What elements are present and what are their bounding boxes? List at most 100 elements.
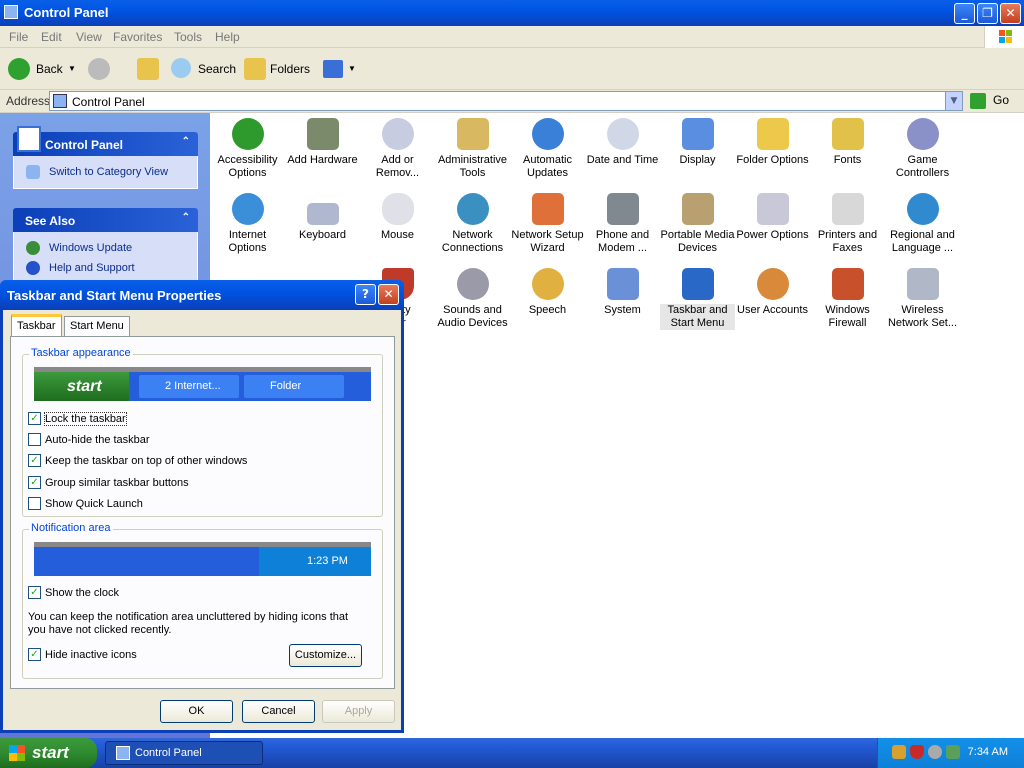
tray-icon[interactable] [892, 745, 906, 759]
item-portable-media[interactable]: Portable Media Devices [660, 193, 735, 255]
windows-update-icon [26, 241, 40, 255]
menu-favorites[interactable]: Favorites [113, 30, 162, 44]
item-accessibility[interactable]: Accessibility Options [210, 118, 285, 180]
network-tray-icon[interactable] [946, 745, 960, 759]
go-arrow-icon[interactable] [970, 93, 986, 109]
box-header[interactable]: Control Panel ⌃ [13, 126, 198, 156]
folders-button[interactable]: Folders [244, 56, 314, 82]
item-windows-firewall[interactable]: Windows Firewall [810, 268, 885, 330]
quick-launch-checkbox[interactable]: Show Quick Launch [28, 497, 143, 511]
item-automatic-updates[interactable]: Automatic Updates [510, 118, 585, 180]
group-buttons-checkbox[interactable]: ✓ Group similar taskbar buttons [28, 476, 189, 490]
control-panel-icon [116, 746, 130, 760]
go-button[interactable]: Go [993, 93, 1009, 107]
ok-button[interactable]: OK [160, 700, 233, 723]
auto-hide-checkbox[interactable]: Auto-hide the taskbar [28, 433, 150, 447]
item-wireless-network[interactable]: Wireless Network Set... [885, 268, 960, 330]
menu-tools[interactable]: Tools [174, 30, 202, 44]
taskbar-item-control-panel[interactable]: Control Panel [105, 741, 263, 765]
item-fonts[interactable]: Fonts [810, 118, 885, 167]
item-speech[interactable]: Speech [510, 268, 585, 317]
item-phone-modem[interactable]: Phone and Modem ... [585, 193, 660, 255]
item-system[interactable]: System [585, 268, 660, 317]
item-add-hardware[interactable]: Add Hardware [285, 118, 360, 167]
search-button[interactable]: Search [171, 56, 236, 82]
window-title: Control Panel [24, 5, 109, 20]
keep-on-top-checkbox[interactable]: ✓ Keep the taskbar on top of other window… [28, 454, 247, 468]
item-internet-options[interactable]: Internet Options [210, 193, 285, 255]
security-shield-icon[interactable] [910, 745, 924, 759]
group-label: Taskbar appearance [29, 347, 133, 359]
help-button[interactable]: ? [355, 284, 376, 305]
collapse-icon[interactable]: ⌃ [182, 212, 190, 223]
menu-help[interactable]: Help [215, 30, 240, 44]
menu-view[interactable]: View [76, 30, 102, 44]
forward-button[interactable] [88, 56, 124, 82]
customize-button[interactable]: Customize... [289, 644, 362, 667]
show-clock-checkbox[interactable]: ✓ Show the clock [28, 586, 119, 600]
checkbox-box: ✓ [28, 648, 41, 661]
collapse-icon[interactable]: ⌃ [182, 136, 190, 147]
item-network-connections[interactable]: Network Connections [435, 193, 510, 255]
item-display[interactable]: Display [660, 118, 735, 167]
folder-options-icon [756, 118, 789, 150]
back-button[interactable]: Back ▼ [8, 56, 78, 82]
maximize-button[interactable]: ❐ [977, 3, 998, 24]
cancel-button[interactable]: Cancel [242, 700, 315, 723]
printer-icon [831, 193, 864, 225]
add-hardware-icon [306, 118, 339, 150]
address-field[interactable]: Control Panel ▼ [49, 91, 963, 111]
item-user-accounts[interactable]: User Accounts [735, 268, 810, 317]
close-button[interactable]: ✕ [1000, 3, 1021, 24]
windows-update-icon [531, 118, 564, 150]
tray-clock[interactable]: 7:34 AM [968, 746, 1008, 758]
item-game-controllers[interactable]: Game Controllers [885, 118, 960, 180]
item-taskbar-start-menu[interactable]: Taskbar and Start Menu [660, 268, 735, 330]
dialog-close-button[interactable]: ✕ [378, 284, 399, 305]
item-printers-faxes[interactable]: Printers and Faxes [810, 193, 885, 255]
item-folder-options[interactable]: Folder Options [735, 118, 810, 167]
folders-label: Folders [270, 62, 311, 76]
dialog-title-bar[interactable]: Taskbar and Start Menu Properties ? ✕ [0, 280, 404, 310]
address-value: Control Panel [72, 95, 145, 109]
system-tray: 7:34 AM [877, 738, 1024, 768]
menu-edit[interactable]: Edit [41, 30, 62, 44]
item-sounds-audio[interactable]: Sounds and Audio Devices [435, 268, 510, 330]
checkbox-box: ✓ [28, 476, 41, 489]
item-add-remove[interactable]: Add or Remov... [360, 118, 435, 180]
title-bar[interactable]: Control Panel _ ❐ ✕ [0, 0, 1024, 26]
item-power-options[interactable]: Power Options [735, 193, 810, 242]
item-date-time[interactable]: Date and Time [585, 118, 660, 167]
taskbar-icon [681, 268, 714, 300]
checkbox-box [28, 433, 41, 446]
preview-tray: 1:23 PM [259, 547, 371, 576]
item-network-setup[interactable]: Network Setup Wizard [510, 193, 585, 255]
item-mouse[interactable]: Mouse [360, 193, 435, 242]
views-button[interactable]: ▼ [323, 56, 357, 82]
menu-file[interactable]: File [9, 30, 28, 44]
item-regional-language[interactable]: Regional and Language ... [885, 193, 960, 255]
taskbar-properties-dialog: Taskbar and Start Menu Properties ? ✕ Ta… [0, 280, 404, 733]
apply-button[interactable]: Apply [322, 700, 395, 723]
address-dropdown-icon[interactable]: ▼ [945, 92, 962, 110]
help-support-link[interactable]: Help and Support [14, 258, 197, 278]
tab-start-menu[interactable]: Start Menu [64, 316, 130, 336]
box-header[interactable]: See Also ⌃ [13, 208, 198, 232]
volume-icon[interactable] [928, 745, 942, 759]
item-admin-tools[interactable]: Administrative Tools [435, 118, 510, 180]
hide-inactive-checkbox[interactable]: ✓ Hide inactive icons [28, 648, 137, 662]
switch-category-link[interactable]: Switch to Category View [14, 162, 197, 182]
up-button[interactable] [137, 56, 159, 82]
tab-taskbar[interactable]: Taskbar [11, 314, 62, 337]
start-button[interactable]: start [0, 738, 97, 768]
checkbox-box: ✓ [28, 412, 41, 425]
windows-update-link[interactable]: Windows Update [14, 238, 197, 258]
checkbox-box: ✓ [28, 454, 41, 467]
lock-taskbar-checkbox[interactable]: ✓ Lock the taskbar [28, 412, 127, 426]
item-keyboard[interactable]: Keyboard [285, 193, 360, 242]
chevron-down-icon[interactable]: ▼ [68, 56, 76, 82]
minimize-button[interactable]: _ [954, 3, 975, 24]
globe-icon [906, 193, 939, 225]
power-icon [756, 193, 789, 225]
search-icon [171, 58, 191, 78]
